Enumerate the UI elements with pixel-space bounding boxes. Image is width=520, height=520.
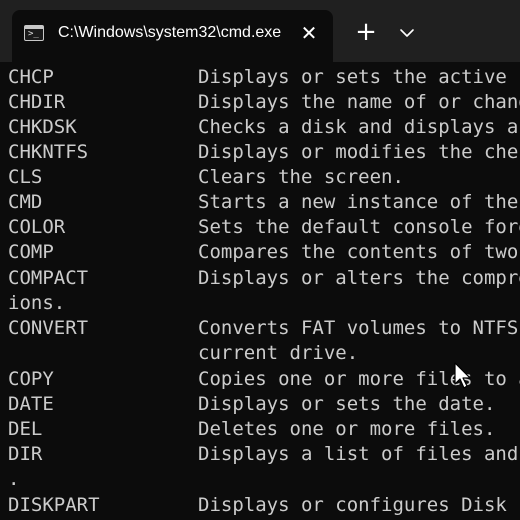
command-description: current drive.	[198, 342, 359, 364]
command-description: Converts FAT volumes to NTFS. You cannot…	[198, 317, 520, 339]
tab-cmd[interactable]: >_ C:\Windows\system32\cmd.exe ✕	[12, 10, 333, 62]
command-description: Displays or modifies the checking of dis…	[198, 141, 520, 163]
command-description: Clears the screen.	[198, 166, 404, 188]
command-name: COPY	[8, 368, 54, 390]
command-name: ions.	[8, 292, 66, 314]
command-name: COMP	[8, 241, 54, 263]
command-prompt-icon: >_	[24, 25, 44, 41]
command-name: CHDIR	[8, 91, 66, 113]
tab-title: C:\Windows\system32\cmd.exe	[58, 24, 282, 41]
command-description: Displays or sets the active code page nu…	[198, 66, 520, 88]
command-description: Displays a list of files and subdirector…	[198, 443, 519, 465]
command-name: CMD	[8, 191, 43, 213]
command-name: DIR	[8, 443, 43, 465]
command-description: Checks a disk and displays a status repo…	[198, 116, 519, 138]
command-description: Displays the name of or changes the curr…	[198, 91, 520, 113]
command-name: CLS	[8, 166, 43, 188]
command-prompt-icon-glyph: >_	[28, 29, 39, 39]
command-name: DATE	[8, 393, 54, 415]
command-name: CHCP	[8, 66, 54, 88]
command-name: COMPACT	[8, 267, 89, 289]
command-name: DEL	[8, 418, 43, 440]
command-description: Compares the contents of two files or se…	[198, 241, 519, 263]
command-name: DISKPART	[8, 494, 100, 516]
command-description: Displays or sets the date.	[198, 393, 496, 415]
tab-close-button[interactable]: ✕	[298, 22, 320, 44]
command-name: COLOR	[8, 216, 66, 238]
command-description: Deletes one or more files.	[198, 418, 496, 440]
terminal-window: >_ C:\Windows\system32\cmd.exe ✕ + CHCP D…	[0, 0, 520, 520]
close-icon: ✕	[300, 21, 318, 45]
command-name: CHKDSK	[8, 116, 77, 138]
command-description: Sets the default console foreground and …	[198, 216, 520, 238]
command-name: CHKNTFS	[8, 141, 89, 163]
command-description: Displays or alters the compression of fi…	[198, 267, 520, 289]
chevron-down-icon	[400, 29, 414, 37]
title-bar: >_ C:\Windows\system32\cmd.exe ✕ +	[0, 0, 520, 62]
terminal-output[interactable]: CHCP Displays or sets the active code pag…	[0, 62, 520, 520]
plus-icon: +	[355, 17, 377, 47]
command-description: Displays or configures Disk Partition pr…	[198, 494, 520, 516]
new-tab-button[interactable]: +	[352, 19, 380, 45]
command-description: Starts a new instance of the Windows com…	[198, 191, 519, 213]
tab-dropdown-button[interactable]	[394, 20, 420, 46]
command-name: CONVERT	[8, 317, 89, 339]
mouse-pointer-icon	[454, 362, 471, 389]
command-name: .	[8, 468, 20, 490]
